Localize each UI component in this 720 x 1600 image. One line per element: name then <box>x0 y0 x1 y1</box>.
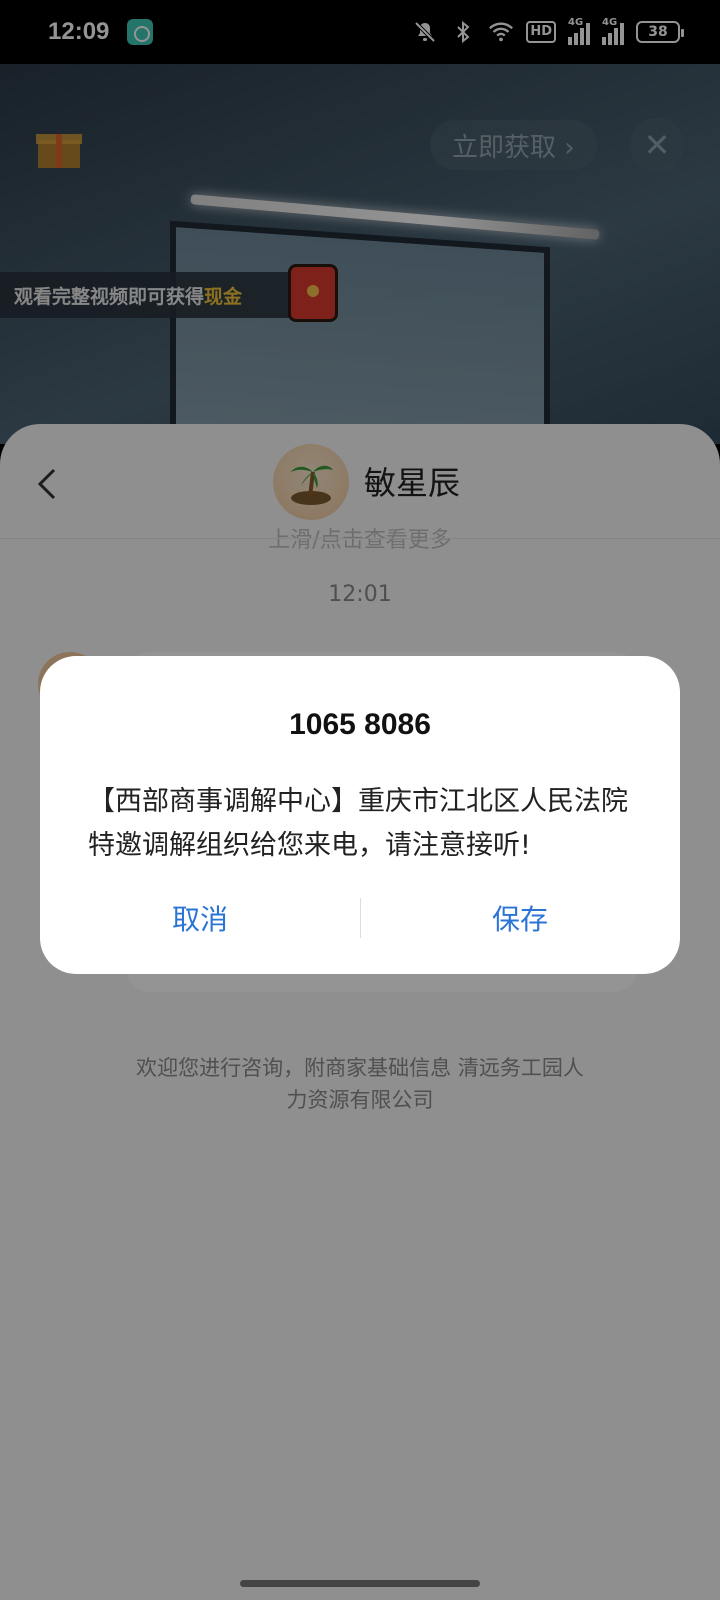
dialog-message: 【西部商事调解中心】重庆市江北区人民法院特邀调解组织给您来电，请注意接听! <box>88 786 628 861</box>
message-dialog: 1065 8086 【西部商事调解中心】重庆市江北区人民法院特邀调解组织给您来电… <box>40 656 680 974</box>
dialog-title: 1065 8086 <box>289 708 431 741</box>
home-indicator[interactable] <box>240 1580 480 1587</box>
save-button[interactable]: 保存 <box>360 898 680 938</box>
cancel-button[interactable]: 取消 <box>40 898 360 938</box>
